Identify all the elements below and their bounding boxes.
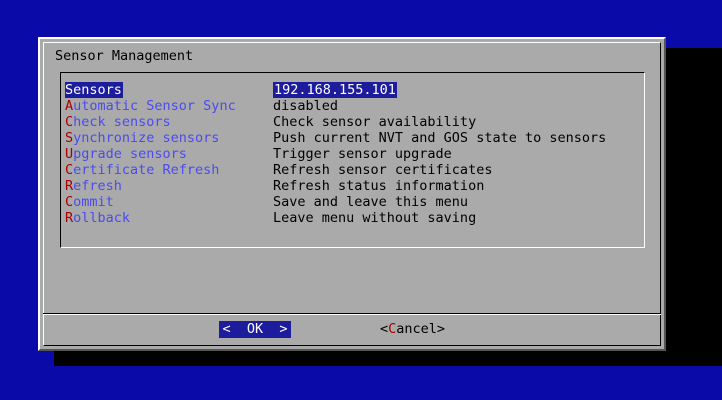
menu-item-label: ynchronize sensors xyxy=(73,130,220,146)
cancel-open-bracket: < xyxy=(380,321,389,337)
menu-item-label: ommit xyxy=(73,194,114,210)
menu-item-hotkey: R xyxy=(65,178,74,194)
menu-item[interactable]: Refresh Refresh status information xyxy=(65,178,644,194)
menu-item-label: efresh xyxy=(73,178,122,194)
menu-item-label: ensors xyxy=(73,82,122,98)
menu-item-label: heck sensors xyxy=(73,114,171,130)
menu-item-tag: Synchronize sensors xyxy=(65,130,219,146)
menu-item-hotkey: S xyxy=(65,130,74,146)
menu-item[interactable]: Synchronize sensors Push current NVT and … xyxy=(65,130,644,146)
menu-item-label: ertificate Refresh xyxy=(73,162,220,178)
menu-item-description: disabled xyxy=(273,98,339,114)
sensor-management-dialog: Sensor Management Sensors 192.168.155.101… xyxy=(38,37,666,351)
menu-item-tag: Sensors xyxy=(65,82,123,98)
menu-item-description: Refresh sensor certificates xyxy=(273,162,493,178)
menu-item-tag: Certificate Refresh xyxy=(65,162,219,178)
menu-item-tag: Check sensors xyxy=(65,114,171,130)
menu-item-description: Push current NVT and GOS state to sensor… xyxy=(273,130,607,146)
menu-item[interactable]: Check sensors Check sensor availability xyxy=(65,114,644,130)
menu-item-description: Check sensor availability xyxy=(273,114,477,130)
button-separator xyxy=(43,313,661,315)
menu-item-hotkey: R xyxy=(65,210,74,226)
menu-item-description: Trigger sensor upgrade xyxy=(273,146,452,162)
menu-item[interactable]: Rollback Leave menu without saving xyxy=(65,210,644,226)
menu-item-label: pgrade sensors xyxy=(73,146,187,162)
menu-item[interactable]: Upgrade sensors Trigger sensor upgrade xyxy=(65,146,644,162)
cancel-close-bracket: > xyxy=(436,321,446,337)
menu-item[interactable]: Sensors 192.168.155.101 xyxy=(65,82,644,98)
cancel-button[interactable]: <Cancel> xyxy=(380,321,445,338)
menu-item-hotkey: C xyxy=(65,162,74,178)
menu-item-description: Save and leave this menu xyxy=(273,194,469,210)
menu-item-label: ollback xyxy=(73,210,131,226)
menu-item-tag: Commit xyxy=(65,194,114,210)
menu-item-tag: Upgrade sensors xyxy=(65,146,187,162)
menu-item-hotkey: S xyxy=(65,82,74,98)
menu-item-tag: Refresh xyxy=(65,178,122,194)
menu-item-hotkey: A xyxy=(65,98,74,114)
menu-item-description: 192.168.155.101 xyxy=(273,82,397,98)
menu-item-description: Refresh status information xyxy=(273,178,485,194)
menu-item-hotkey: C xyxy=(65,194,74,210)
menu-item-tag: Automatic Sensor Sync xyxy=(65,98,236,114)
dialog-title: Sensor Management xyxy=(55,48,194,64)
menu-item[interactable]: Commit Save and leave this menu xyxy=(65,194,644,210)
menu-item[interactable]: Certificate Refresh Refresh sensor certif… xyxy=(65,162,644,178)
cancel-label: ancel xyxy=(396,321,437,337)
menu-item[interactable]: Automatic Sensor Sync disabled xyxy=(65,98,644,114)
menu-item-hotkey: C xyxy=(65,114,74,130)
menu-item-label: utomatic Sensor Sync xyxy=(73,98,236,114)
menu-item-description: Leave menu without saving xyxy=(273,210,477,226)
menu-list: Sensors 192.168.155.101 Automatic Sensor S… xyxy=(65,82,644,226)
menu-box: Sensors 192.168.155.101 Automatic Sensor S… xyxy=(60,72,645,248)
ok-button[interactable]: < OK > xyxy=(219,321,291,338)
menu-item-hotkey: U xyxy=(65,146,74,162)
menu-item-tag: Rollback xyxy=(65,210,130,226)
